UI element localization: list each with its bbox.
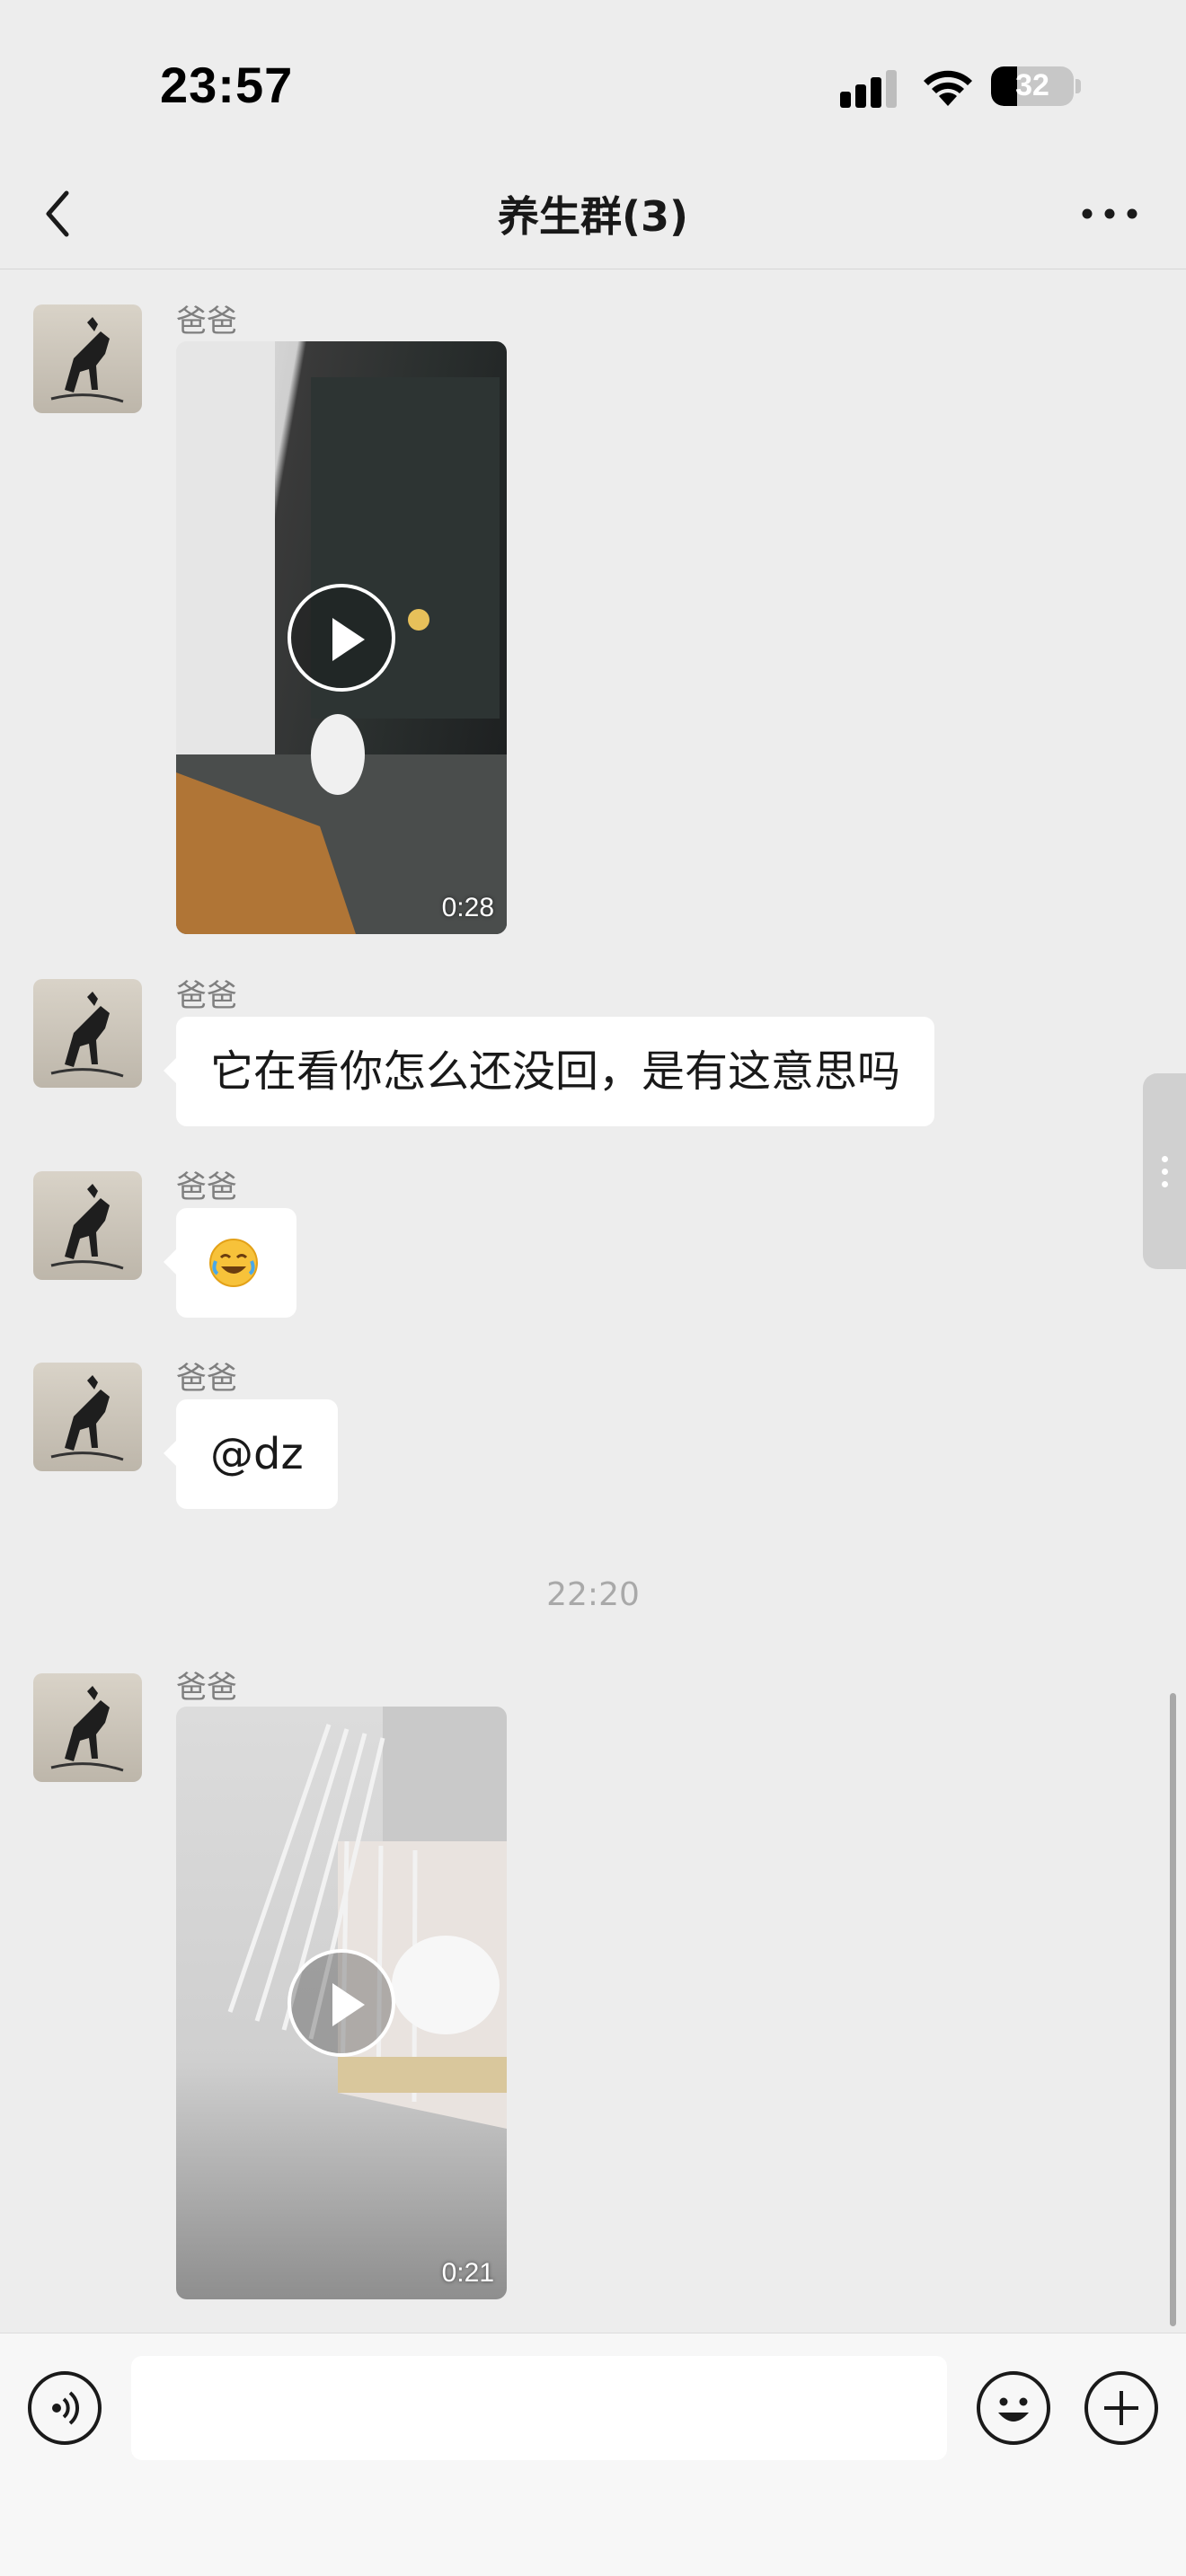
video-duration: 0:21: [441, 2258, 494, 2288]
cellular-signal-icon: [840, 70, 897, 108]
plus-icon: [1104, 2391, 1138, 2425]
more-icon[interactable]: [1078, 193, 1141, 234]
emoji-button[interactable]: [977, 2371, 1050, 2445]
avatar[interactable]: [33, 979, 142, 1088]
side-drawer-handle[interactable]: [1143, 1073, 1186, 1269]
message-input[interactable]: [131, 2356, 947, 2460]
horse-rider-avatar-image: [50, 1184, 124, 1270]
video-duration: 0:28: [441, 893, 494, 922]
sender-name: 爸爸: [176, 304, 237, 340]
play-icon[interactable]: [288, 584, 395, 692]
status-time: 23:57: [160, 57, 294, 113]
horse-rider-avatar-image: [50, 1375, 124, 1461]
plus-button[interactable]: [1084, 2371, 1158, 2445]
crying-laughing-emoji-icon: [209, 1239, 258, 1287]
avatar[interactable]: [33, 1363, 142, 1471]
sender-name: 爸爸: [176, 978, 237, 1014]
chat-title: 养生群(3): [497, 192, 689, 241]
scrollbar[interactable]: [1170, 1693, 1176, 2326]
battery-indicator: 32: [991, 66, 1074, 106]
nav-bar: 养生群(3): [0, 157, 1186, 269]
sender-name: 爸爸: [176, 1169, 237, 1205]
play-icon[interactable]: [288, 1949, 395, 2057]
avatar[interactable]: [33, 304, 142, 413]
wifi-icon: [924, 70, 972, 106]
voice-icon: [52, 2391, 80, 2425]
horse-rider-avatar-image: [50, 1686, 124, 1772]
text-message-bubble[interactable]: @dz: [164, 1399, 338, 1509]
sender-name: 爸爸: [176, 1670, 237, 1706]
emoji-icon: [998, 2397, 1029, 2422]
sender-name: 爸爸: [176, 1361, 237, 1397]
video-message[interactable]: 0:28: [176, 341, 507, 934]
text-message-bubble[interactable]: 它在看你怎么还没回，是有这意思吗: [163, 1017, 935, 1126]
horse-rider-avatar-image: [50, 992, 124, 1078]
voice-button[interactable]: [28, 2371, 102, 2445]
input-bar: [0, 2333, 1186, 2576]
video-message[interactable]: 0:21: [176, 1707, 507, 2299]
avatar[interactable]: [33, 1171, 142, 1280]
status-bar: 23:57 32: [0, 0, 1186, 157]
horse-rider-avatar-image: [50, 317, 124, 403]
battery-level: 32: [1015, 68, 1049, 102]
avatar[interactable]: [33, 1673, 142, 1782]
emoji-message-bubble[interactable]: [164, 1208, 296, 1318]
message-timestamp: 22:20: [546, 1576, 640, 1613]
battery-tip: [1075, 79, 1081, 93]
